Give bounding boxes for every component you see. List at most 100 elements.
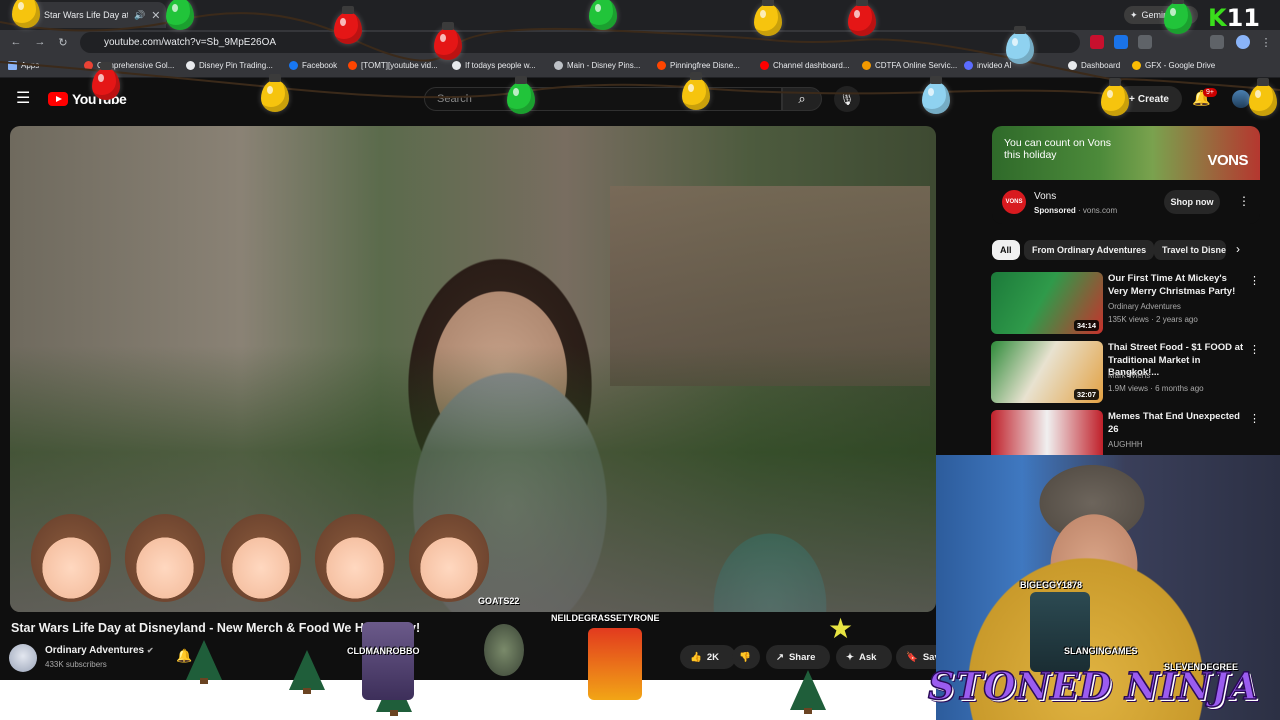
bookmark-item[interactable]: Channel dashboard... bbox=[760, 61, 850, 70]
recommended-channel[interactable]: Ordinary Adventures bbox=[1108, 302, 1181, 311]
recommended-meta: 135K views · 2 years ago bbox=[1108, 315, 1198, 324]
more-options-icon[interactable]: ⋮ bbox=[1249, 274, 1260, 287]
reload-icon[interactable]: ↻ bbox=[55, 34, 71, 50]
reading-list-icon[interactable] bbox=[1210, 35, 1224, 49]
ask-label: Ask bbox=[858, 651, 877, 663]
favicon-icon bbox=[964, 61, 973, 70]
advertiser-name[interactable]: Vons bbox=[1034, 191, 1056, 202]
video-thumbnail[interactable]: 34:14 bbox=[991, 272, 1103, 334]
duration-badge: 32:07 bbox=[1073, 389, 1099, 400]
more-options-icon[interactable]: ⋮ bbox=[1249, 343, 1260, 356]
channel-name[interactable]: Ordinary Adventures ✔ bbox=[45, 645, 154, 656]
thumbs-down-icon: 👎 bbox=[739, 651, 751, 663]
chip-all[interactable]: All bbox=[992, 240, 1020, 260]
browser-toolbar: ← → ↻ youtube.com/watch?v=Sb_9MpE26OA ⋮ bbox=[0, 30, 1280, 55]
bookmark-label: invideo AI bbox=[977, 61, 1012, 70]
hamburger-menu-icon[interactable]: ☰ bbox=[16, 91, 32, 107]
sponsored-ad-card[interactable]: You can count on Vons this holiday VONS … bbox=[992, 126, 1260, 224]
channel-avatar[interactable] bbox=[9, 644, 37, 672]
bookmark-item[interactable]: Pinningfree Disne... bbox=[657, 61, 740, 70]
character-sprite bbox=[588, 628, 642, 700]
more-options-icon[interactable]: ⋮ bbox=[1238, 194, 1250, 208]
christmas-light-bulb bbox=[1164, 0, 1192, 34]
emote-sticker bbox=[312, 510, 398, 606]
favicon-icon bbox=[186, 61, 195, 70]
bookmark-item[interactable]: invideo AI bbox=[964, 61, 1012, 70]
christmas-light-bulb bbox=[754, 0, 782, 36]
share-button[interactable]: ↗ Share bbox=[766, 645, 830, 669]
recommended-channel[interactable]: AUGHHH bbox=[1108, 440, 1143, 449]
dislike-button[interactable]: 👎 bbox=[732, 645, 760, 669]
christmas-light-bulb bbox=[12, 0, 40, 28]
ask-button[interactable]: ✦ Ask bbox=[836, 645, 892, 669]
shop-now-button[interactable]: Shop now bbox=[1164, 190, 1220, 214]
chevron-right-icon[interactable]: › bbox=[1236, 242, 1240, 256]
browser-tab-active[interactable]: Star Wars Life Day at D 🔊 ✕ bbox=[28, 2, 166, 28]
advertiser-logo[interactable]: VONS bbox=[1002, 190, 1026, 214]
account-avatar[interactable] bbox=[1232, 90, 1250, 108]
more-options-icon[interactable]: ⋮ bbox=[1249, 412, 1260, 425]
video-thumbnail[interactable]: 32:07 bbox=[991, 341, 1103, 403]
duration-badge: 34:14 bbox=[1073, 320, 1099, 331]
favicon-icon bbox=[862, 61, 871, 70]
speaker-icon[interactable]: 🔊 bbox=[134, 10, 145, 21]
notification-count-badge: 9+ bbox=[1203, 88, 1217, 97]
chip-from-channel[interactable]: From Ordinary Adventures bbox=[1024, 240, 1155, 260]
subscriber-count: 433K subscribers bbox=[45, 660, 107, 669]
bookmark-item[interactable]: CDTFA Online Servic... bbox=[862, 61, 957, 70]
bookmark-label: GFX - Google Drive bbox=[1145, 61, 1216, 70]
search-input[interactable]: Search bbox=[424, 87, 782, 111]
bookmark-label: [TOMT][youtube vid... bbox=[361, 61, 438, 70]
search-button[interactable]: ⌕ bbox=[782, 87, 822, 111]
recommended-video-title[interactable]: Our First Time At Mickey's Very Merry Ch… bbox=[1108, 273, 1248, 298]
christmas-light-bulb bbox=[1101, 78, 1129, 116]
bookmark-item[interactable]: Comprehensive Gol... bbox=[84, 61, 174, 70]
create-label: Create bbox=[1137, 93, 1169, 105]
gamer-tag: NEILDEGRASSETYRONE bbox=[551, 613, 660, 623]
character-sprite bbox=[362, 622, 414, 700]
bookmark-item[interactable]: GFX - Google Drive bbox=[1132, 61, 1215, 70]
bookmark-label: Disney Pin Trading... bbox=[199, 61, 273, 70]
forward-icon[interactable]: → bbox=[32, 34, 48, 50]
bookmark-item[interactable]: Disney Pin Trading... bbox=[186, 61, 273, 70]
christmas-light-bulb bbox=[1006, 26, 1034, 64]
browser-menu-icon[interactable]: ⋮ bbox=[1258, 34, 1274, 50]
profile-icon[interactable] bbox=[1236, 35, 1250, 49]
bookmark-item[interactable]: Apps bbox=[8, 61, 39, 70]
voice-search-button[interactable]: 🎙 bbox=[834, 86, 860, 112]
gamer-tag: SLANGINGAMES bbox=[1064, 646, 1138, 656]
google-drive-icon bbox=[1132, 61, 1141, 70]
channel-k-badge: K11 bbox=[1208, 4, 1260, 32]
back-icon[interactable]: ← bbox=[8, 34, 24, 50]
extension-icon[interactable] bbox=[1114, 35, 1128, 49]
ad-domain: vons.com bbox=[1082, 206, 1118, 215]
chip-travel[interactable]: Travel to Disne bbox=[1154, 240, 1226, 260]
sponsored-label: Sponsored · vons.com bbox=[1034, 206, 1118, 215]
search-icon: ⌕ bbox=[798, 91, 806, 106]
bookmark-item[interactable]: Main - Disney Pins... bbox=[554, 61, 640, 70]
christmas-light-bulb bbox=[682, 72, 710, 110]
bookmark-label: Apps bbox=[21, 61, 40, 70]
recommended-channel[interactable]: Mark Wiens bbox=[1108, 371, 1150, 380]
address-bar[interactable]: youtube.com/watch?v=Sb_9MpE26OA bbox=[80, 32, 1080, 53]
close-tab-icon[interactable]: ✕ bbox=[151, 9, 160, 22]
ad-banner-image[interactable]: You can count on Vons this holiday VONS bbox=[992, 126, 1260, 180]
bookmark-item[interactable]: Facebook bbox=[289, 61, 337, 70]
like-button[interactable]: 👍 2K bbox=[680, 645, 736, 669]
video-player[interactable]: GOATS22 bbox=[10, 126, 936, 612]
extension-icon[interactable] bbox=[1090, 35, 1104, 49]
bookmark-item[interactable]: If todays people w... bbox=[452, 61, 536, 70]
recommended-video[interactable]: 34:14 Our First Time At Mickey's Very Me… bbox=[991, 272, 1261, 334]
christmas-tree-icon bbox=[790, 670, 826, 714]
plus-icon: + bbox=[1129, 93, 1135, 105]
bookmark-item[interactable]: Dashboard bbox=[1068, 61, 1120, 70]
url-text: youtube.com/watch?v=Sb_9MpE26OA bbox=[104, 37, 277, 48]
recommended-video[interactable]: 32:07 Thai Street Food - $1 FOOD at Trad… bbox=[991, 341, 1261, 403]
verified-icon: ✔ bbox=[146, 646, 154, 655]
apps-icon bbox=[8, 61, 17, 70]
christmas-light-bulb bbox=[334, 6, 362, 44]
bookmark-item[interactable]: [TOMT][youtube vid... bbox=[348, 61, 438, 70]
extensions-puzzle-icon[interactable] bbox=[1138, 35, 1152, 49]
recommended-video-title[interactable]: Memes That End Unexpected 26 bbox=[1108, 411, 1248, 436]
reddit-icon bbox=[657, 61, 666, 70]
